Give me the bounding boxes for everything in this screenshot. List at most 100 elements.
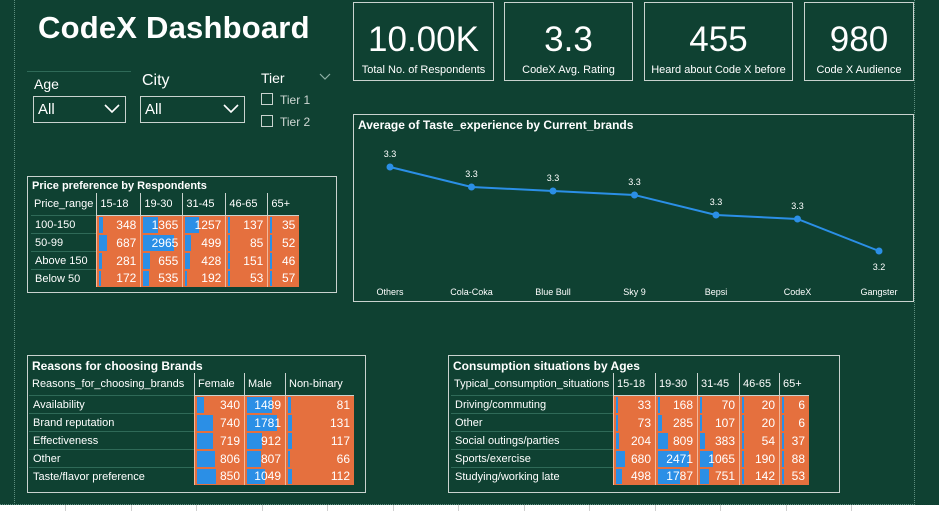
cell-value: 809: [672, 433, 693, 448]
cell-value: 66: [336, 451, 350, 466]
table-row[interactable]: Below 50 172 535 192 53 57: [31, 269, 300, 287]
value-cell: 1049: [244, 467, 286, 485]
value-cell: 46: [267, 251, 300, 270]
data-point[interactable]: [712, 211, 720, 219]
row-label: 50-99: [31, 233, 97, 252]
cell-value: 53: [791, 469, 805, 484]
cell-value: 190: [754, 451, 775, 466]
kpi-card-heard-before[interactable]: 455 Heard about Code X before: [644, 2, 793, 81]
value-cell: 88: [779, 449, 809, 468]
column-header[interactable]: 65+: [267, 193, 300, 216]
age-dropdown[interactable]: All: [33, 96, 126, 123]
column-header[interactable]: Female: [194, 373, 245, 396]
value-cell: 6: [779, 413, 809, 432]
city-dropdown-value: All: [145, 101, 162, 118]
column-header[interactable]: 15-18: [613, 373, 656, 396]
value-cell: 33: [613, 395, 656, 414]
kpi-label: Heard about Code X before: [651, 64, 786, 76]
cell-value: 285: [672, 415, 693, 430]
data-label: 3.3: [710, 197, 723, 207]
table-row[interactable]: Other 73 285 107 20 6: [451, 413, 809, 432]
column-header[interactable]: 31-45: [697, 373, 740, 396]
value-cell: 192: [182, 269, 226, 287]
kpi-label: CodeX Avg. Rating: [522, 64, 615, 76]
table-row[interactable]: Above 150 281 655 428 151 46: [31, 251, 300, 270]
table-row[interactable]: 100-150 348 1365 1257 137 35: [31, 215, 300, 234]
data-point[interactable]: [549, 187, 557, 195]
value-cell: 340: [194, 395, 245, 414]
value-cell: 428: [182, 251, 226, 270]
value-cell: 687: [96, 233, 141, 252]
value-cell: 107: [697, 413, 740, 432]
table-row[interactable]: 50-99 687 2965 499 85 52: [31, 233, 300, 252]
chevron-down-icon[interactable]: [319, 73, 331, 81]
value-cell: 285: [655, 413, 698, 432]
value-cell: 807: [244, 449, 286, 468]
cell-value: 807: [260, 451, 281, 466]
tier-option-1[interactable]: Tier 1: [261, 93, 310, 107]
table-row[interactable]: Other 806 807 66: [29, 449, 354, 468]
cell-value: 1787: [666, 469, 693, 484]
x-tick-label: Bepsi: [705, 287, 728, 297]
table-row[interactable]: Availability 340 1489 81: [29, 395, 354, 414]
table-header-row: Reasons_for_choosing_brands Female Male Non…: [29, 373, 354, 396]
value-cell: 1787: [655, 467, 698, 485]
cell-value: 142: [754, 469, 775, 484]
data-point[interactable]: [631, 191, 638, 199]
x-tick-label: Sky 9: [623, 287, 646, 297]
checkbox-icon[interactable]: [261, 115, 273, 127]
x-tick-label: CodeX: [784, 287, 812, 297]
column-header[interactable]: 46-65: [225, 193, 268, 216]
row-label: Effectiveness: [29, 431, 195, 450]
table-row[interactable]: Social outings/parties 204 809 383 54 37: [451, 431, 809, 450]
table-row[interactable]: Taste/flavor preference 850 1049 112: [29, 467, 354, 485]
table-row[interactable]: Studying/working late 498 1787 751 142 53: [451, 467, 809, 485]
panel-title: Reasons for choosing Brands: [32, 359, 203, 373]
value-cell: 137: [225, 215, 268, 234]
page-tab-strip: [0, 505, 939, 511]
column-header[interactable]: 31-45: [182, 193, 226, 216]
value-cell: 168: [655, 395, 698, 414]
age-slicer-label: Age: [34, 76, 59, 92]
column-header[interactable]: Reasons_for_choosing_brands: [29, 373, 195, 396]
value-cell: 680: [613, 449, 656, 468]
column-header[interactable]: Male: [244, 373, 286, 396]
cell-value: 88: [791, 451, 805, 466]
column-header[interactable]: Price_range: [31, 193, 97, 216]
kpi-card-avg-rating[interactable]: 3.3 CodeX Avg. Rating: [504, 2, 633, 81]
value-cell: 719: [194, 431, 245, 450]
value-cell: 112: [285, 467, 354, 485]
data-point[interactable]: [386, 163, 394, 171]
table-row[interactable]: Effectiveness 719 912 117: [29, 431, 354, 450]
value-cell: 117: [285, 431, 354, 450]
tier-option-2[interactable]: Tier 2: [261, 115, 310, 129]
column-header[interactable]: 15-18: [96, 193, 141, 216]
data-point[interactable]: [794, 215, 801, 223]
data-point[interactable]: [875, 247, 883, 255]
column-header[interactable]: 46-65: [739, 373, 780, 396]
data-label: 3.3: [628, 177, 641, 187]
tier-slicer-label: Tier: [261, 70, 285, 86]
value-cell: 535: [140, 269, 183, 287]
checkbox-icon[interactable]: [261, 93, 273, 105]
age-slicer-divider: [27, 71, 131, 72]
value-cell: 35: [267, 215, 300, 234]
city-dropdown[interactable]: All: [140, 96, 245, 123]
column-header[interactable]: Non-binary: [285, 373, 354, 396]
value-cell: 1065: [697, 449, 740, 468]
table-row[interactable]: Brand reputation 740 1781 131: [29, 413, 354, 432]
value-cell: 53: [779, 467, 809, 485]
value-cell: 751: [697, 467, 740, 485]
column-header[interactable]: 65+: [779, 373, 809, 396]
kpi-card-respondents[interactable]: 10.00K Total No. of Respondents: [353, 2, 494, 81]
column-header[interactable]: 19-30: [655, 373, 698, 396]
cell-value: 37: [791, 433, 805, 448]
table-row[interactable]: Sports/exercise 680 2471 1065 190 88: [451, 449, 809, 468]
x-tick-label: Gangster: [860, 287, 897, 297]
cell-value: 719: [219, 433, 240, 448]
kpi-card-audience[interactable]: 980 Code X Audience: [804, 2, 914, 81]
column-header[interactable]: Typical_consumption_situations: [451, 373, 614, 396]
data-point[interactable]: [468, 183, 475, 191]
column-header[interactable]: 19-30: [140, 193, 183, 216]
table-row[interactable]: Driving/commuting 33 168 70 20 6: [451, 395, 809, 414]
